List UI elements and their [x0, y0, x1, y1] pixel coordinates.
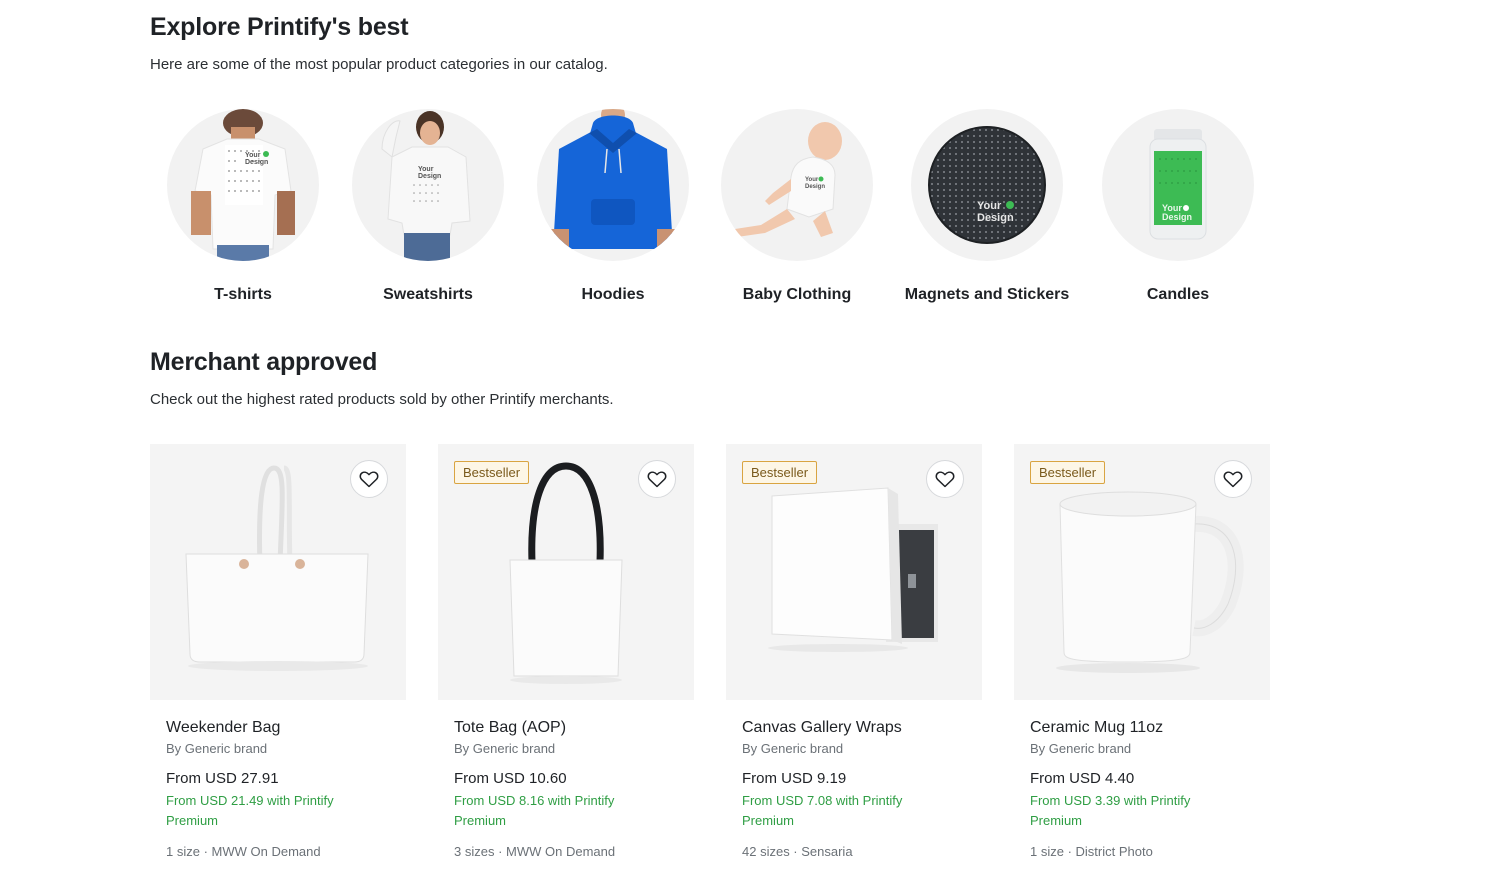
bestseller-badge: Bestseller [742, 461, 818, 484]
category-label: Hoodies [581, 286, 645, 303]
product-price: From USD 10.60 [454, 770, 567, 787]
product-name[interactable]: Canvas Gallery Wraps [742, 718, 972, 738]
product-card-canvas-gallery-wraps[interactable]: Bestseller Canvas Gallery Wraps By Gener… [726, 444, 982, 874]
heart-icon [647, 471, 667, 488]
heart-icon [359, 471, 379, 488]
product-name[interactable]: Tote Bag (AOP) [454, 718, 684, 738]
svg-text:Your: Your [805, 177, 819, 183]
category-label: T-shirts [214, 286, 272, 303]
merchant-title: Merchant approved [150, 348, 378, 376]
category-baby-clothing[interactable]: Your Design Baby Clothing [702, 109, 892, 304]
category-sweatshirts[interactable]: Your Design Sweatshirts [333, 109, 523, 304]
candle-jar-image: Your Design [1149, 129, 1207, 240]
product-brand: By Generic brand [166, 741, 268, 756]
product-meta: 3 sizes · MWW On Demand [454, 844, 616, 859]
product-brand: By Generic brand [454, 741, 556, 756]
premium-price: From USD 8.16 with Printify Premium [454, 793, 615, 828]
favorite-heart-button[interactable] [926, 460, 964, 498]
premium-price: From USD 7.08 with Printify Premium [742, 793, 903, 828]
premium-price: From USD 21.49 with Printify Premium [166, 793, 334, 828]
product-name[interactable]: Weekender Bag [166, 718, 396, 738]
svg-text:Your: Your [977, 200, 1002, 212]
svg-text:Design: Design [977, 212, 1014, 224]
sweatshirt-model-image: Your Design [381, 111, 471, 261]
product-price: From USD 27.91 [166, 770, 279, 787]
product-card-weekender-bag[interactable]: Weekender Bag By Generic brand From USD … [150, 444, 406, 874]
product-meta: 1 size · District Photo [1030, 844, 1153, 859]
svg-text:Your: Your [245, 152, 261, 159]
merchant-subtitle: Check out the highest rated products sol… [150, 391, 614, 408]
round-magnet-image: Your Design [928, 126, 1046, 244]
category-list: Your Design T-shirts Your Design Sweatsh… [150, 109, 1270, 319]
favorite-heart-button[interactable] [638, 460, 676, 498]
favorite-heart-button[interactable] [350, 460, 388, 498]
category-magnets-stickers[interactable]: Your Design Magnets and Stickers [892, 109, 1082, 304]
category-hoodies[interactable]: Hoodies [518, 109, 708, 304]
category-candles[interactable]: Your Design Candles [1083, 109, 1273, 304]
product-meta: 1 size · MWW On Demand [166, 844, 321, 859]
svg-text:Your: Your [418, 166, 434, 173]
category-label: Magnets and Stickers [904, 286, 1070, 303]
bestseller-badge: Bestseller [1030, 461, 1106, 484]
bestseller-badge: Bestseller [454, 461, 530, 484]
category-label: Candles [1146, 286, 1210, 303]
hoodie-model-image [551, 109, 675, 249]
tshirt-model-image: Your Design [191, 109, 295, 261]
product-card-ceramic-mug[interactable]: Bestseller Ceramic Mug 11oz By Generic b… [1014, 444, 1270, 874]
product-card-tote-bag[interactable]: Bestseller Tote Bag (AOP) By Generic bra… [438, 444, 694, 874]
svg-text:Design: Design [418, 173, 441, 180]
baby-bodysuit-image: Your Design [735, 122, 842, 237]
product-meta: 42 sizes · Sensaria [742, 844, 853, 859]
svg-text:Design: Design [805, 184, 825, 190]
explore-subtitle: Here are some of the most popular produc… [150, 56, 608, 73]
svg-text:Design: Design [1162, 212, 1192, 222]
favorite-heart-button[interactable] [1214, 460, 1252, 498]
heart-icon [1223, 471, 1243, 488]
heart-icon [935, 471, 955, 488]
premium-price: From USD 3.39 with Printify Premium [1030, 793, 1191, 828]
product-brand: By Generic brand [1030, 741, 1132, 756]
product-name[interactable]: Ceramic Mug 11oz [1030, 718, 1260, 738]
category-label: Sweatshirts [383, 286, 473, 303]
product-brand: By Generic brand [742, 741, 844, 756]
explore-title: Explore Printify's best [150, 13, 409, 41]
svg-text:Design: Design [245, 159, 268, 166]
product-price: From USD 9.19 [742, 770, 847, 787]
category-label: Baby Clothing [742, 286, 852, 303]
category-tshirts[interactable]: Your Design T-shirts [148, 109, 338, 304]
product-price: From USD 4.40 [1030, 770, 1135, 787]
